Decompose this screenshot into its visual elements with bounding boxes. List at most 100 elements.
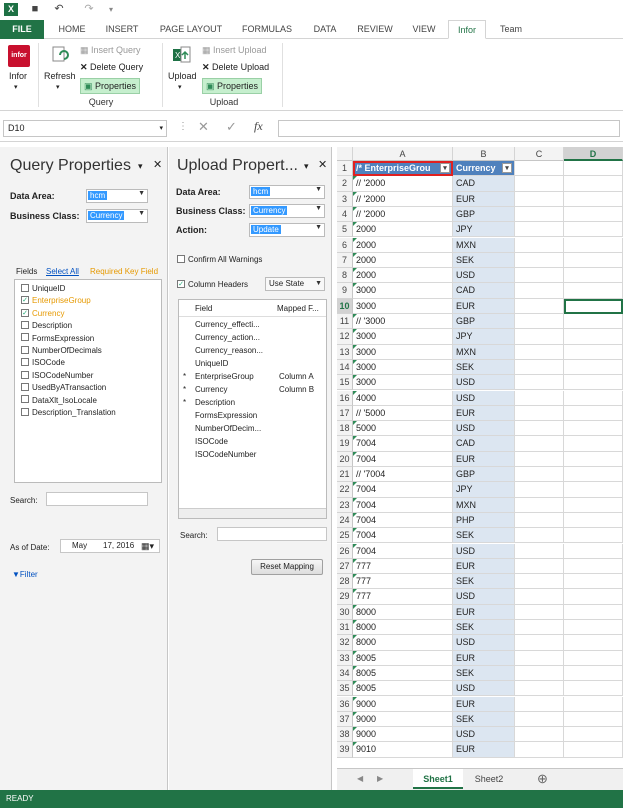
close-icon[interactable]: ✕: [153, 158, 162, 171]
delete-query-button[interactable]: ✕ Delete Query: [80, 60, 143, 74]
data-area-select[interactable]: hcm ▼: [86, 189, 148, 203]
field-item[interactable]: Description: [21, 321, 72, 330]
row-header[interactable]: 12: [337, 329, 353, 345]
grid-cell[interactable]: [564, 191, 623, 207]
row-header[interactable]: 36: [337, 696, 353, 712]
horizontal-scrollbar[interactable]: [179, 508, 326, 518]
row-header[interactable]: 23: [337, 497, 353, 513]
column-header[interactable]: C: [515, 147, 564, 161]
panel-menu-icon[interactable]: ▾: [304, 161, 309, 172]
grid-cell[interactable]: [564, 620, 623, 636]
mapping-field[interactable]: Currency: [195, 385, 227, 394]
grid-cell[interactable]: 8005: [353, 681, 453, 697]
grid-cell[interactable]: [564, 405, 623, 422]
grid-cell[interactable]: [515, 589, 564, 605]
grid-cell[interactable]: [564, 650, 623, 666]
row-header[interactable]: 37: [337, 711, 353, 728]
grid-cell[interactable]: CAD: [453, 436, 515, 452]
row-header[interactable]: 39: [337, 742, 353, 758]
grid-cell[interactable]: JPY: [453, 482, 515, 498]
row-header[interactable]: 4: [337, 206, 353, 223]
cancel-icon[interactable]: ✕: [198, 119, 209, 135]
mapping-field[interactable]: Description: [195, 398, 235, 407]
grid-cell[interactable]: [515, 650, 564, 666]
grid-cell[interactable]: 3000: [353, 298, 453, 314]
scroll-left-icon[interactable]: ◀: [357, 774, 363, 783]
grid-cell[interactable]: GBP: [453, 206, 515, 223]
row-header[interactable]: 35: [337, 681, 353, 697]
grid-cell[interactable]: USD: [453, 681, 515, 697]
grid-cell[interactable]: 3000: [353, 375, 453, 391]
checkbox-icon[interactable]: [21, 283, 29, 292]
grid-cell[interactable]: [564, 681, 623, 697]
row-header[interactable]: 15: [337, 375, 353, 391]
grid-cell[interactable]: 9010: [353, 742, 453, 758]
row-header[interactable]: 3: [337, 191, 353, 207]
grid-cell[interactable]: SEK: [453, 620, 515, 636]
filter-dropdown-icon[interactable]: ▾: [440, 163, 450, 173]
grid-cell[interactable]: 9000: [353, 696, 453, 712]
field-item[interactable]: NumberOfDecimals: [21, 345, 102, 355]
mapping-field[interactable]: Currency_effecti...: [195, 320, 260, 329]
checkbox-icon[interactable]: [21, 370, 29, 379]
add-sheet-icon[interactable]: ⊕: [537, 771, 548, 787]
checkbox-checked-icon[interactable]: ✓: [21, 308, 29, 317]
reset-mapping-button[interactable]: Reset Mapping: [251, 559, 323, 575]
grid-cell[interactable]: 7004: [353, 543, 453, 559]
grid-cell[interactable]: JPY: [453, 222, 515, 238]
grid-cell[interactable]: 2000: [353, 237, 453, 253]
grid-cell[interactable]: EUR: [453, 405, 515, 422]
tab-view[interactable]: VIEW: [404, 20, 444, 39]
grid-cell[interactable]: [564, 497, 623, 513]
row-header[interactable]: 30: [337, 604, 353, 620]
grid-cell[interactable]: 7004: [353, 497, 453, 513]
refresh-dropdown-icon[interactable]: ▾: [56, 81, 60, 95]
row-header[interactable]: 21: [337, 467, 353, 483]
mapping-field[interactable]: EnterpriseGroup: [195, 372, 254, 381]
grid-cell[interactable]: GBP: [453, 314, 515, 330]
row-header[interactable]: 13: [337, 344, 353, 360]
infor-button[interactable]: Infor: [9, 69, 27, 83]
grid-cell[interactable]: [515, 467, 564, 483]
use-state-select[interactable]: Use State ▼: [265, 277, 325, 291]
grid-cell[interactable]: // '2000: [353, 206, 453, 223]
sheet-tab-sheet1[interactable]: Sheet1: [413, 769, 463, 789]
grid-cell[interactable]: 777: [353, 558, 453, 575]
grid-cell[interactable]: [515, 314, 564, 330]
grid-cell[interactable]: USD: [453, 375, 515, 391]
row-header[interactable]: 10: [337, 298, 353, 314]
checkbox-icon[interactable]: [21, 407, 29, 416]
grid-cell[interactable]: [564, 512, 623, 529]
column-header[interactable]: A: [353, 147, 453, 161]
grid-cell[interactable]: 5000: [353, 421, 453, 437]
grid-cell[interactable]: CAD: [453, 283, 515, 299]
field-item[interactable]: ✓ EnterpriseGroup: [21, 296, 91, 305]
grid-cell[interactable]: [564, 635, 623, 651]
upload-business-class-select[interactable]: Currency ▼: [249, 204, 325, 218]
grid-cell[interactable]: [515, 268, 564, 284]
checkbox-icon[interactable]: [21, 333, 29, 342]
field-item[interactable]: UsedByATransaction: [21, 383, 106, 392]
action-select[interactable]: Update ▼: [249, 223, 325, 237]
calendar-icon[interactable]: ▦▾: [141, 540, 154, 552]
save-icon[interactable]: ■: [28, 3, 42, 16]
grid-cell[interactable]: SEK: [453, 574, 515, 590]
grid-cell[interactable]: [564, 711, 623, 728]
mapping-field[interactable]: ISOCodeNumber: [195, 450, 256, 459]
row-header[interactable]: 28: [337, 574, 353, 590]
mapping-column[interactable]: Column A: [279, 372, 314, 381]
column-headers-checkbox[interactable]: ✓ Column Headers: [177, 279, 248, 289]
grid-cell[interactable]: [515, 298, 564, 314]
grid-cell[interactable]: [515, 191, 564, 207]
tab-file[interactable]: FILE: [0, 20, 44, 39]
grid-cell[interactable]: 8005: [353, 650, 453, 666]
grid-cell[interactable]: 7004: [353, 436, 453, 452]
grid-cell[interactable]: SEK: [453, 359, 515, 376]
grid-cell[interactable]: [564, 283, 623, 299]
mapping-field[interactable]: FormsExpression: [195, 411, 257, 420]
grid-cell[interactable]: [515, 727, 564, 743]
row-header[interactable]: 19: [337, 436, 353, 452]
grid-cell[interactable]: [515, 206, 564, 223]
filter-dropdown-icon[interactable]: ▾: [502, 163, 512, 173]
field-item[interactable]: DataXlt_IsoLocale: [21, 395, 97, 405]
